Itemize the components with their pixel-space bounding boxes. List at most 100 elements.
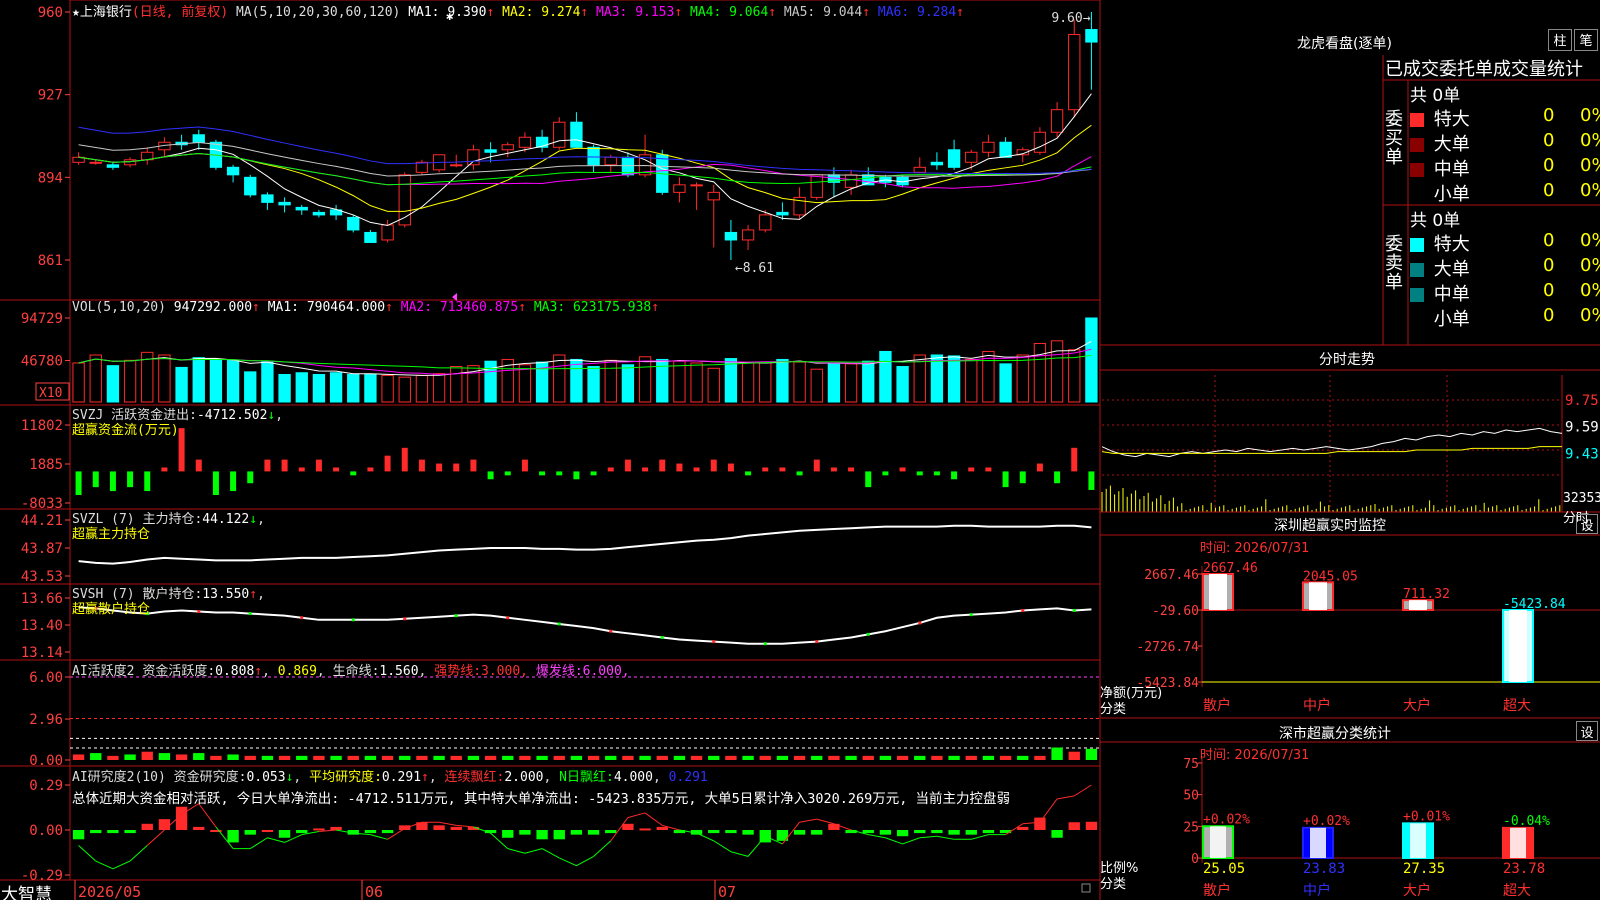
ma-label-1: MA1:: [408, 5, 448, 20]
volume-bar: [707, 367, 720, 403]
vol-ma-value-1: 790464.000: [306, 300, 386, 315]
volume-bar: [347, 374, 360, 403]
research-bar: [536, 830, 548, 840]
activity-bar: [862, 755, 874, 760]
tab-orders[interactable]: 委托单: [1439, 59, 1493, 80]
activity-bar: [553, 755, 565, 760]
sell-row-3[interactable]: 小单 0 0%: [1410, 305, 1600, 331]
buy-row-1[interactable]: 大单 0 0%: [1410, 130, 1600, 156]
research-bar: [639, 828, 651, 831]
order-size-name: 大单: [1428, 134, 1470, 155]
svzl-arrow: ↓: [249, 512, 258, 527]
activity-bar: [622, 755, 634, 760]
svzl-desc: 主力持仓:: [142, 512, 203, 527]
research-bar: [141, 823, 153, 830]
sell-row-2[interactable]: 中单 0 0%: [1410, 280, 1600, 306]
flow-bar: [75, 471, 82, 496]
flow-bar: [899, 467, 906, 472]
volume-bar: [226, 359, 240, 403]
svsh-dot: [403, 617, 407, 621]
ytick-label-main-1: 927: [38, 88, 63, 104]
volume-bar: [724, 358, 738, 403]
candle-body: [226, 166, 240, 176]
flow-bar: [384, 455, 391, 472]
research-line-seg: [730, 851, 749, 857]
order-size-name: 特大: [1428, 234, 1470, 255]
flow-bar: [933, 471, 940, 476]
research-line-seg: [524, 848, 543, 854]
sell-row-1[interactable]: 大单 0 0%: [1410, 255, 1600, 281]
volume-bar: [947, 355, 961, 403]
order-size-name: 大单: [1428, 259, 1470, 280]
order-size-swatch: [1410, 163, 1424, 177]
activity-bar: [278, 755, 291, 760]
activity-bar: [381, 755, 394, 760]
svsh-value: 13.550: [202, 587, 250, 602]
activity-bar: [330, 755, 342, 760]
activity-bar: [965, 755, 977, 760]
ma-label-6: MA6:: [870, 5, 918, 20]
activity-bar: [347, 755, 359, 760]
classify-value-0: 25.05: [1203, 861, 1245, 877]
activity-bar: [725, 755, 737, 760]
classify-settings-button[interactable]: 设: [1576, 721, 1598, 741]
svzl-line: [78, 524, 1092, 565]
volume-bar: [158, 354, 171, 403]
main-chart-svg[interactable]: 9609278948619.60→←8.61✱9472946780X101180…: [0, 0, 1600, 900]
ai2-summary: 总体近期大资金相对活跃, 今日大单净流出: -4712.511万元, 其中特大单…: [72, 791, 1010, 807]
candle-body: [192, 134, 205, 143]
research-line-seg: [198, 803, 217, 828]
research-line-seg: [370, 834, 388, 840]
buy-row-0[interactable]: 特大 0 0%: [1410, 105, 1600, 131]
flow-bar: [916, 471, 923, 476]
vol-label: VOL(5,10,20): [72, 300, 166, 315]
ytick-label-ai2-1: 0.00: [29, 823, 63, 839]
research-line-seg: [902, 837, 920, 845]
candle-body: [1068, 34, 1081, 111]
stock-name[interactable]: 上海银行: [80, 5, 132, 20]
candle-body: [724, 231, 738, 241]
bar-mode-button[interactable]: 柱: [1548, 29, 1572, 51]
ytick-label-main-2: 894: [38, 170, 63, 186]
buy-row-2[interactable]: 中单 0 0%: [1410, 155, 1600, 181]
activity-bar: [914, 755, 926, 760]
period-label[interactable]: (日线, 前复权): [132, 5, 228, 20]
ai1-life: 1.560: [379, 664, 419, 679]
sell-row-0[interactable]: 特大 0 0%: [1410, 230, 1600, 256]
tab-filled[interactable]: 已成交: [1385, 59, 1439, 80]
candle-body: [501, 144, 514, 151]
monitor-settings-button[interactable]: 设: [1576, 514, 1598, 534]
activity-bar: [845, 755, 857, 760]
order-size-name: 中单: [1428, 159, 1470, 180]
research-line-seg: [593, 840, 612, 857]
flow-bar: [418, 459, 425, 472]
activity-bar: [948, 755, 960, 760]
research-line-seg: [747, 835, 766, 857]
flow-bar: [178, 428, 185, 472]
activity-bar: [261, 755, 274, 760]
research-line-seg: [713, 840, 732, 853]
activity-bar: [828, 755, 840, 760]
ai1-v2: 0.869: [277, 664, 317, 679]
tab-volume-stat[interactable]: 成交量统计: [1493, 59, 1583, 80]
candle-body: [999, 141, 1012, 158]
order-count: 0: [1543, 130, 1555, 151]
volume-bar: [553, 354, 566, 403]
flow-bar: [573, 471, 580, 480]
pen-mode-button[interactable]: 笔: [1574, 29, 1598, 51]
research-bar: [296, 830, 308, 834]
ma-line-120: [78, 126, 1092, 174]
candle-body: [759, 214, 772, 231]
research-bar: [278, 830, 291, 838]
research-bar: [862, 830, 874, 834]
buy-row-3[interactable]: 小单 0 0%: [1410, 180, 1600, 206]
candle-body: [982, 141, 995, 153]
candle-body: [89, 161, 102, 164]
classify-change-3: -0.04%: [1503, 814, 1550, 829]
flow-bar: [607, 467, 614, 472]
classify-bar-shine-1: [1310, 827, 1326, 858]
order-size-swatch: [1410, 313, 1424, 327]
flow-bar: [1071, 447, 1078, 472]
volume-bar: [638, 356, 652, 403]
flow-bar: [350, 471, 357, 476]
